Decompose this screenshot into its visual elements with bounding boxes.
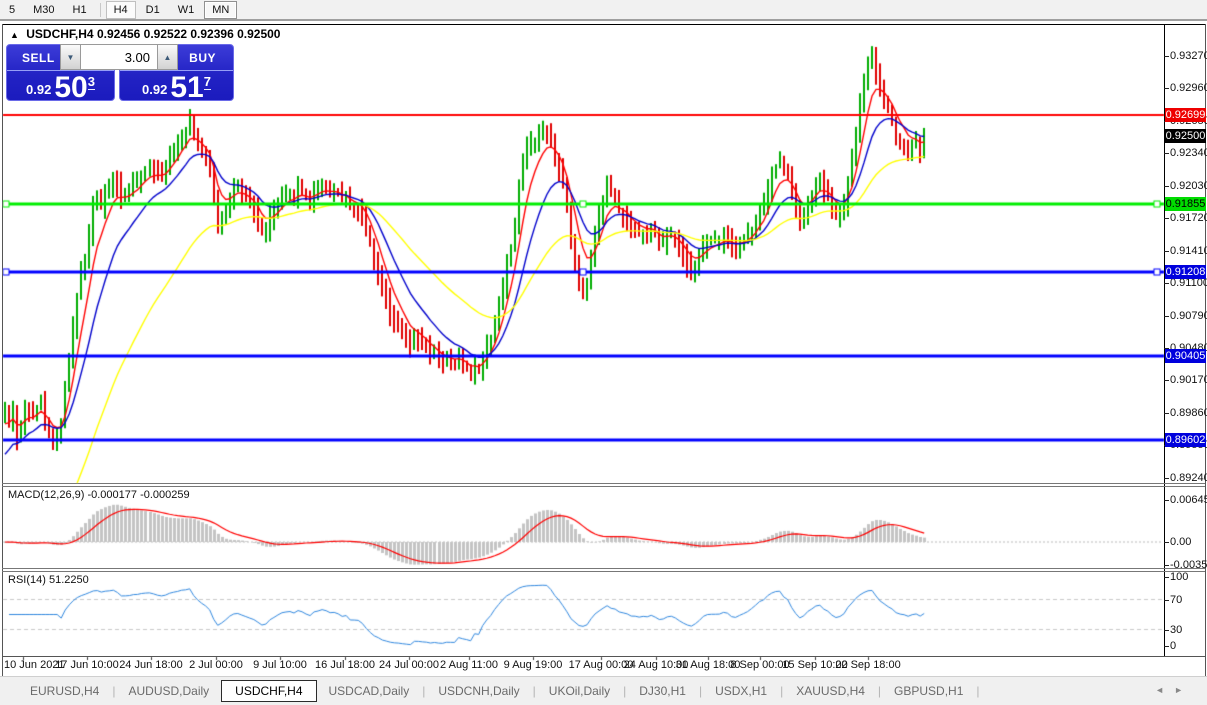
macd-axis-label: 0.006451: [1170, 494, 1207, 506]
price-tag: 0.90405: [1165, 349, 1206, 363]
up-arrow-icon: ▲: [164, 53, 172, 62]
axis-tick: [1164, 600, 1169, 601]
rsi-axis-label: 100: [1170, 571, 1188, 583]
volume-increase-button[interactable]: ▲: [157, 44, 178, 70]
chart-ohlc-values: 0.92456 0.92522 0.92396 0.92500: [97, 27, 281, 41]
volume-input[interactable]: [81, 44, 157, 70]
collapse-panel-arrow-icon[interactable]: ▲: [10, 30, 19, 40]
price-axis-label: 0.92340: [1170, 147, 1207, 159]
buy-price-display[interactable]: 0.92517: [120, 71, 233, 103]
axis-tick: [1164, 500, 1169, 501]
time-axis-label: 16 Jul 18:00: [315, 659, 375, 671]
rsi-axis-label: 70: [1170, 594, 1182, 606]
buy-price-prefix: 0.92: [142, 79, 167, 101]
axis-tick: [1164, 88, 1169, 89]
time-axis-label: 24 Jun 18:00: [119, 659, 183, 671]
price-axis-label: 0.90170: [1170, 374, 1207, 386]
axis-tick: [1164, 413, 1169, 414]
volume-decrease-button[interactable]: ▼: [60, 44, 81, 70]
tab-separator: |: [975, 684, 980, 698]
tabs-scroll-left-button[interactable]: ◄: [1155, 685, 1174, 695]
chart-tab-GBPUSD-H1[interactable]: GBPUSD,H1: [882, 680, 975, 702]
price-tag: 0.92500: [1165, 129, 1206, 143]
axis-tick: [1164, 542, 1169, 543]
chart-tab-USDCAD-Daily[interactable]: USDCAD,Daily: [317, 680, 422, 702]
chart-symbol-label: USDCHF,H4: [26, 27, 93, 41]
price-axis-label: 0.89240: [1170, 472, 1207, 484]
chart-tab-USDCHF-H4[interactable]: USDCHF,H4: [221, 680, 316, 702]
chart-title: ▲ USDCHF,H4 0.92456 0.92522 0.92396 0.92…: [10, 27, 280, 41]
sell-price-prefix: 0.92: [26, 79, 51, 101]
buy-button-label: BUY: [189, 51, 216, 65]
sell-price-big-digits: 50: [54, 75, 87, 101]
sell-price-pipette: 3: [88, 74, 95, 90]
chart-tab-USDCNH-Daily[interactable]: USDCNH,Daily: [426, 680, 531, 702]
axis-tick: [1164, 577, 1169, 578]
price-axis-label: 0.93270: [1170, 50, 1207, 62]
time-axis-label: 17 Jun 10:00: [55, 659, 119, 671]
axis-tick: [1164, 646, 1169, 647]
time-axis-label: 9 Jul 10:00: [253, 659, 307, 671]
macd-indicator-label: MACD(12,26,9) -0.000177 -0.000259: [8, 489, 190, 501]
chart-tab-USDX-H1[interactable]: USDX,H1: [703, 680, 779, 702]
macd-axis-label: -0.003507: [1170, 559, 1207, 571]
axis-tick: [1164, 251, 1169, 252]
axis-tick: [1164, 478, 1169, 479]
axis-tick: [1164, 186, 1169, 187]
axis-tick: [1164, 565, 1169, 566]
down-arrow-icon: ▼: [67, 53, 75, 62]
price-tag: 0.92699: [1165, 108, 1206, 122]
tabs-scroll-right-button[interactable]: ►: [1174, 685, 1193, 695]
axis-tick: [1164, 218, 1169, 219]
axis-tick: [1164, 56, 1169, 57]
rsi-axis-label: 0: [1170, 640, 1176, 652]
buy-price-pipette: 7: [204, 74, 211, 90]
tab-scroll-arrows: ◄►: [1155, 685, 1193, 695]
price-axis-label: 0.92030: [1170, 180, 1207, 192]
time-axis-label: 8 Sep 00:00: [730, 659, 789, 671]
sell-price-display[interactable]: 0.92503: [7, 71, 114, 103]
axis-tick: [1164, 153, 1169, 154]
time-axis-label: 9 Aug 19:00: [504, 659, 563, 671]
chart-tab-EURUSD-H4[interactable]: EURUSD,H4: [18, 680, 111, 702]
volume-spinner: ▼ ▲: [60, 44, 178, 70]
axis-tick: [1164, 316, 1169, 317]
sell-button-label: SELL: [22, 51, 55, 65]
mt4-window: 5M30H1H4D1W1MN ▲ USDCHF,H4 0.92456 0.925…: [0, 0, 1207, 705]
chart-tab-bar: EURUSD,H4 | AUDUSD,DailyUSDCHF,H4USDCAD,Da…: [0, 676, 1207, 705]
chart-tab-AUDUSD-Daily[interactable]: AUDUSD,Daily: [116, 680, 221, 702]
price-axis-label: 0.89860: [1170, 407, 1207, 419]
price-tag: 0.91855: [1165, 197, 1206, 211]
time-axis-label: 2 Aug 11:00: [440, 659, 498, 671]
buy-price-big-digits: 51: [170, 75, 203, 101]
chart-tab-XAUUSD-H4[interactable]: XAUUSD,H4: [784, 680, 877, 702]
price-axis-label: 0.91410: [1170, 245, 1207, 257]
price-axis-label: 0.91100: [1170, 277, 1207, 289]
axis-tick: [1164, 380, 1169, 381]
one-click-trading-panel: SELL 0.92503 BUY 0.92517 ▼ ▲: [6, 44, 234, 101]
price-axis-label: 0.91720: [1170, 212, 1207, 224]
price-tag: 0.91208: [1165, 265, 1206, 279]
rsi-axis-label: 30: [1170, 624, 1182, 636]
time-axis-label: 24 Jul 00:00: [379, 659, 439, 671]
chart-tab-DJ30-H1[interactable]: DJ30,H1: [627, 680, 698, 702]
price-axis-label: 0.92960: [1170, 82, 1207, 94]
time-axis-label: 22 Sep 18:00: [835, 659, 900, 671]
macd-axis-label: 0.00: [1170, 536, 1191, 548]
rsi-indicator-label: RSI(14) 51.2250: [8, 574, 89, 586]
chart-tab-UKOil-Daily[interactable]: UKOil,Daily: [537, 680, 622, 702]
time-axis-label: 2 Jul 00:00: [189, 659, 243, 671]
price-tag: 0.89602: [1165, 433, 1206, 447]
axis-tick: [1164, 283, 1169, 284]
axis-tick: [1164, 630, 1169, 631]
price-axis-label: 0.90790: [1170, 310, 1207, 322]
